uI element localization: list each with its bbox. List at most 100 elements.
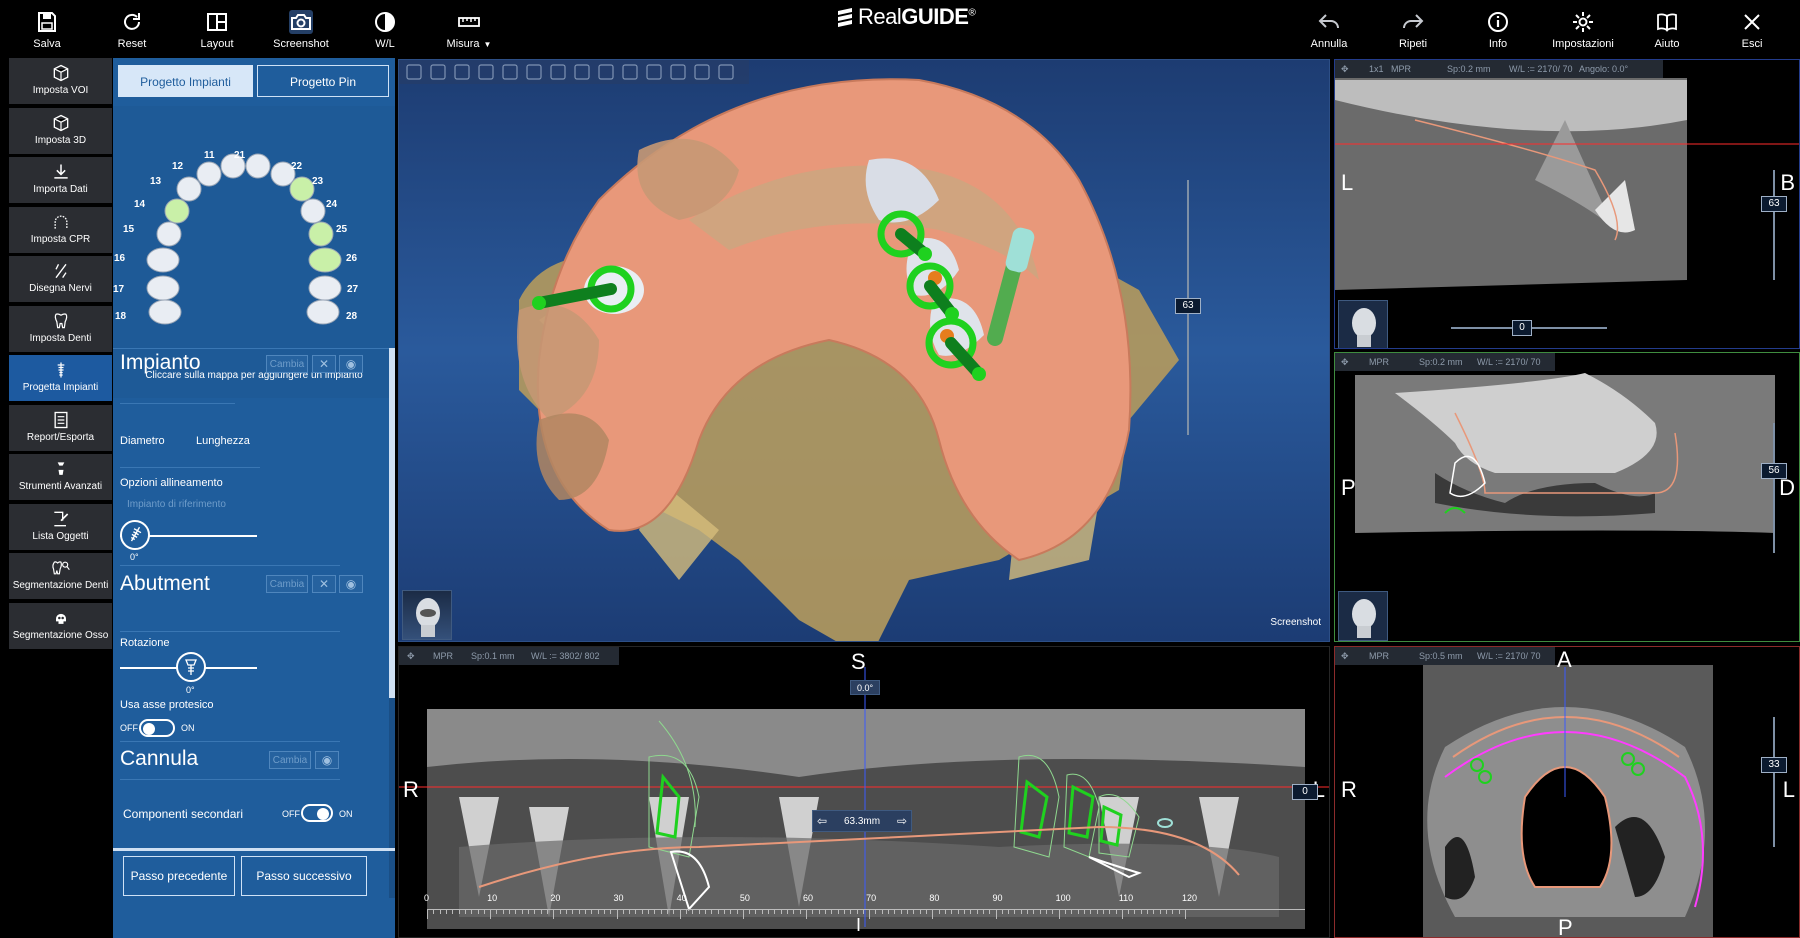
screenshot-button[interactable]: Screenshot [264,6,338,58]
axial-ct-image[interactable] [1335,647,1800,938]
tooth-14[interactable]: 14 [134,198,190,224]
panoramic-viewport[interactable]: ✥ MPR Sp:0.1 mm W/L := 3802/ 802 S R L 0… [398,646,1330,938]
tooth-27[interactable]: 27 [308,275,359,301]
next-step-button[interactable]: Passo successivo [241,856,367,896]
tooth-15[interactable]: 15 [123,221,182,247]
implant-change-button[interactable]: Cambia [266,355,308,373]
sidebar-item-disegna-nervi[interactable]: Disegna Nervi [9,256,112,302]
rotation-knob[interactable] [176,652,206,682]
tab-progetto-pin[interactable]: Progetto Pin [257,65,389,97]
abutment-remove-button[interactable]: ✕ [312,575,336,593]
rotation-label: Rotazione [120,637,170,649]
sidebar-item-strumenti-avanzati[interactable]: Strumenti Avanzati [9,454,112,500]
orientation-right: B [1780,170,1795,195]
implant-remove-button[interactable]: ✕ [312,355,336,373]
3d-slider-value[interactable]: 63 [1175,298,1201,314]
sidebar-item-imposta-3d[interactable]: Imposta 3D [9,107,112,154]
cannula-visibility-button[interactable]: ◉ [315,751,339,769]
secondary-components-toggle[interactable] [301,804,333,822]
measure-button[interactable]: Misura ▼ [432,6,506,58]
undo-button[interactable]: Annulla [1292,6,1366,58]
tooth-18[interactable]: 18 [115,299,182,325]
tooth-28[interactable]: 28 [306,299,358,325]
orientation-head-thumbnail[interactable] [402,590,452,640]
cross-section-viewport-middle[interactable]: ✥ MPR Sp:0.2 mm W/L := 2170/ 70 P D 56 [1334,352,1800,642]
arrow-right-icon[interactable]: ⇨ [897,814,907,828]
abutment-change-button[interactable]: Cambia [266,575,308,593]
tooth-chart[interactable]: 11 12 13 14 15 16 17 18 21 22 23 24 25 26 27 28 [113,106,395,366]
ruler-tick-label: 120 [1182,893,1198,903]
distance-control[interactable]: ⇦ 63.3mm ⇨ [812,810,912,832]
sidebar-item-importa-dati[interactable]: Importa Dati [9,157,112,203]
orientation-head-thumbnail[interactable] [1338,591,1388,641]
orientation-head-thumbnail[interactable] [1338,300,1388,348]
ruler-tick [629,909,631,914]
window-level-button[interactable]: W/L [348,6,422,58]
help-button[interactable]: Aiuto [1630,6,1704,58]
cross-section-viewport-top[interactable]: ✥ 1x1 MPR Sp:0.2 mm W/L := 2170/ 70 Ango… [1334,59,1800,349]
prosthetic-axis-toggle[interactable] [139,719,175,737]
cross-section-image[interactable] [1335,60,1800,349]
ruler-tick [1153,909,1155,914]
ruler-tick [951,909,953,914]
sidebar-item-lista-oggetti[interactable]: Lista Oggetti [9,503,112,550]
info-button[interactable]: Info [1461,6,1535,58]
slice-slider[interactable] [1773,423,1775,553]
sidebar-item-label: Report/Esporta [26,431,95,443]
axial-viewport[interactable]: ✥ MPR Sp:0.5 mm W/L := 2170/ 70 A P R L … [1334,646,1800,938]
slice-slider-value[interactable]: 56 [1761,463,1787,479]
slice-slider-value[interactable]: 63 [1761,196,1787,212]
ruler-tick [1140,909,1142,914]
redo-button[interactable]: Ripeti [1376,6,1450,58]
3d-viewport[interactable]: 63 Screenshot [398,59,1330,642]
sidebar-item-progetta-impianti[interactable]: Progetta Impianti [9,355,112,401]
ruler-tick-label: 10 [487,893,498,903]
slice-slider[interactable] [1773,717,1775,847]
skull-icon [51,608,71,628]
sidebar-item-imposta-denti[interactable]: Imposta Denti [9,305,112,352]
undo-label: Annulla [1310,38,1348,50]
sidebar-item-report-esporta[interactable]: Report/Esporta [9,404,112,451]
tooth-24[interactable]: 24 [300,198,338,224]
slice-slider[interactable] [1773,170,1775,280]
sidebar-item-segmentazione-osso[interactable]: Segmentazione Osso [9,602,112,649]
previous-step-button[interactable]: Passo precedente [123,856,235,896]
sidebar-item-imposta-voi[interactable]: Imposta VOI [9,58,112,104]
exit-button[interactable]: Esci [1715,6,1789,58]
implant-visibility-button[interactable]: ◉ [339,355,363,373]
ruler-tick [1058,909,1060,919]
save-button[interactable]: Salva [10,6,84,58]
pano-slider-value[interactable]: 0 [1292,784,1318,800]
arrow-left-icon[interactable]: ⇦ [817,814,827,828]
horizontal-slider-value[interactable]: 0 [1512,320,1532,336]
ruler-tick [723,909,725,914]
rotation-value[interactable]: 0.0° [850,680,880,695]
sidebar-item-imposta-cpr[interactable]: Imposta CPR [9,206,112,253]
reset-button[interactable]: Reset [95,6,169,58]
layout-button[interactable]: Layout [180,6,254,58]
sidebar-item-segmentazione-denti[interactable]: Segmentazione Denti [9,553,112,599]
tooth-13[interactable]: 13 [150,176,202,202]
superior-label: S [851,649,866,674]
panel-scrollbar[interactable] [389,348,395,898]
settings-button[interactable]: Impostazioni [1546,6,1620,58]
redo-icon [1401,10,1425,34]
divider [120,741,340,742]
cross-section-image[interactable] [1335,353,1800,642]
tooth-16[interactable]: 16 [114,247,180,273]
implant-angle-knob[interactable] [120,520,150,550]
arch-icon [51,212,71,232]
divider [120,779,340,780]
ruler-tick [1064,909,1066,914]
cannula-change-button[interactable]: Cambia [269,751,311,769]
tooth-23[interactable]: 23 [289,176,324,202]
tab-progetto-impianti[interactable]: Progetto Impianti [118,65,253,97]
ruler-tick [610,909,612,914]
tooth-17[interactable]: 17 [113,275,180,301]
abutment-visibility-button[interactable]: ◉ [339,575,363,593]
head-icon [416,598,440,637]
3d-dental-model[interactable] [399,60,1330,642]
slice-slider-value[interactable]: 33 [1761,757,1787,773]
tooth-26[interactable]: 26 [308,247,358,273]
tooth-25[interactable]: 25 [308,221,348,247]
